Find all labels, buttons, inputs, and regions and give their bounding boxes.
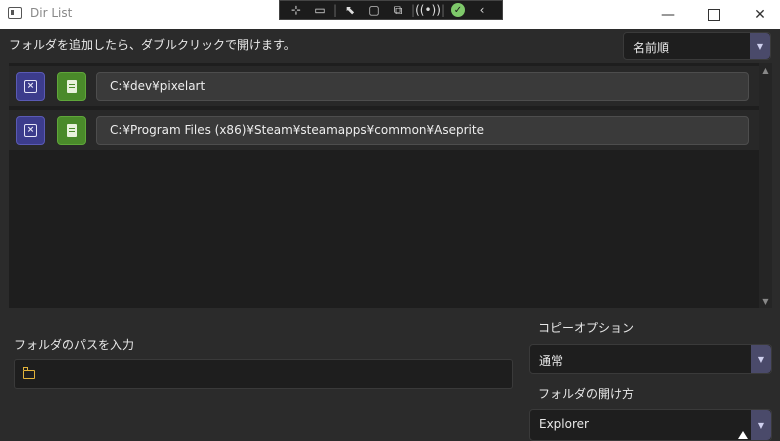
maximize-button[interactable] [691,0,737,29]
chevron-down-icon[interactable]: ▼ [751,410,771,440]
open-method-value: Explorer [539,417,589,431]
scroll-up-icon[interactable]: ▲ [759,63,772,77]
minimize-button[interactable]: — [645,0,691,29]
sort-dropdown[interactable]: 名前順 ▼ [623,32,771,60]
path-input-label: フォルダのパスを入力 [14,338,135,352]
list-item[interactable]: × C:¥dev¥pixelart [9,66,759,106]
remove-icon: × [24,80,37,93]
layout-icon[interactable]: ⧉ [386,1,410,19]
chevron-down-icon[interactable]: ▼ [750,33,770,59]
folder-path[interactable]: C:¥Program Files (x86)¥Steam¥steamapps¥c… [96,116,749,145]
hot-reload-icon[interactable]: ((•)) [415,1,441,19]
copy-option-value: 通常 [539,354,564,368]
open-folder-button[interactable] [57,72,86,101]
open-method-label: フォルダの開け方 [538,387,635,401]
check-icon[interactable]: ✓ [446,1,470,19]
remove-icon: × [24,124,37,137]
sort-selected-value: 名前順 [633,41,670,55]
instruction-text: フォルダを追加したら、ダブルクリックで開けます。 [9,38,296,52]
pointer-icon[interactable]: ⬉ [338,1,362,19]
app-icon [8,7,22,19]
remove-folder-button[interactable]: × [16,116,45,145]
document-icon [66,80,77,93]
chevron-down-icon[interactable]: ▼ [751,345,771,373]
close-button[interactable]: ✕ [737,0,780,29]
folder-list: × C:¥dev¥pixelart × C:¥Program Files (x8… [9,63,772,308]
scroll-down-icon[interactable]: ▼ [759,294,772,308]
window-title: Dir List [30,6,73,20]
debug-toolbar: ⊹ ▭ | ⬉ ▢ ⧉ | ((•)) | ✓ ‹ [279,0,503,20]
copy-option-label: コピーオプション [538,321,635,335]
remove-folder-button[interactable]: × [16,72,45,101]
vertical-scrollbar[interactable]: ▲ ▼ [759,63,772,308]
folder-icon[interactable] [23,367,35,379]
video-icon[interactable]: ▭ [308,1,332,19]
document-icon [66,124,77,137]
maximize-icon [708,8,720,21]
folder-path[interactable]: C:¥dev¥pixelart [96,72,749,101]
title-bar: Dir List ⊹ ▭ | ⬉ ▢ ⧉ | ((•)) | ✓ ‹ — ✕ [0,0,780,29]
list-item[interactable]: × C:¥Program Files (x86)¥Steam¥steamapps… [9,110,759,150]
copy-option-dropdown[interactable]: 通常 ▼ [529,344,772,374]
collapse-chevron-icon[interactable]: ‹ [470,1,494,19]
open-method-dropdown[interactable]: Explorer ▼ [529,409,772,441]
frame-icon[interactable]: ▢ [362,1,386,19]
folder-path-input[interactable] [14,359,513,389]
open-folder-button[interactable] [57,116,86,145]
select-element-icon[interactable]: ⊹ [284,1,308,19]
